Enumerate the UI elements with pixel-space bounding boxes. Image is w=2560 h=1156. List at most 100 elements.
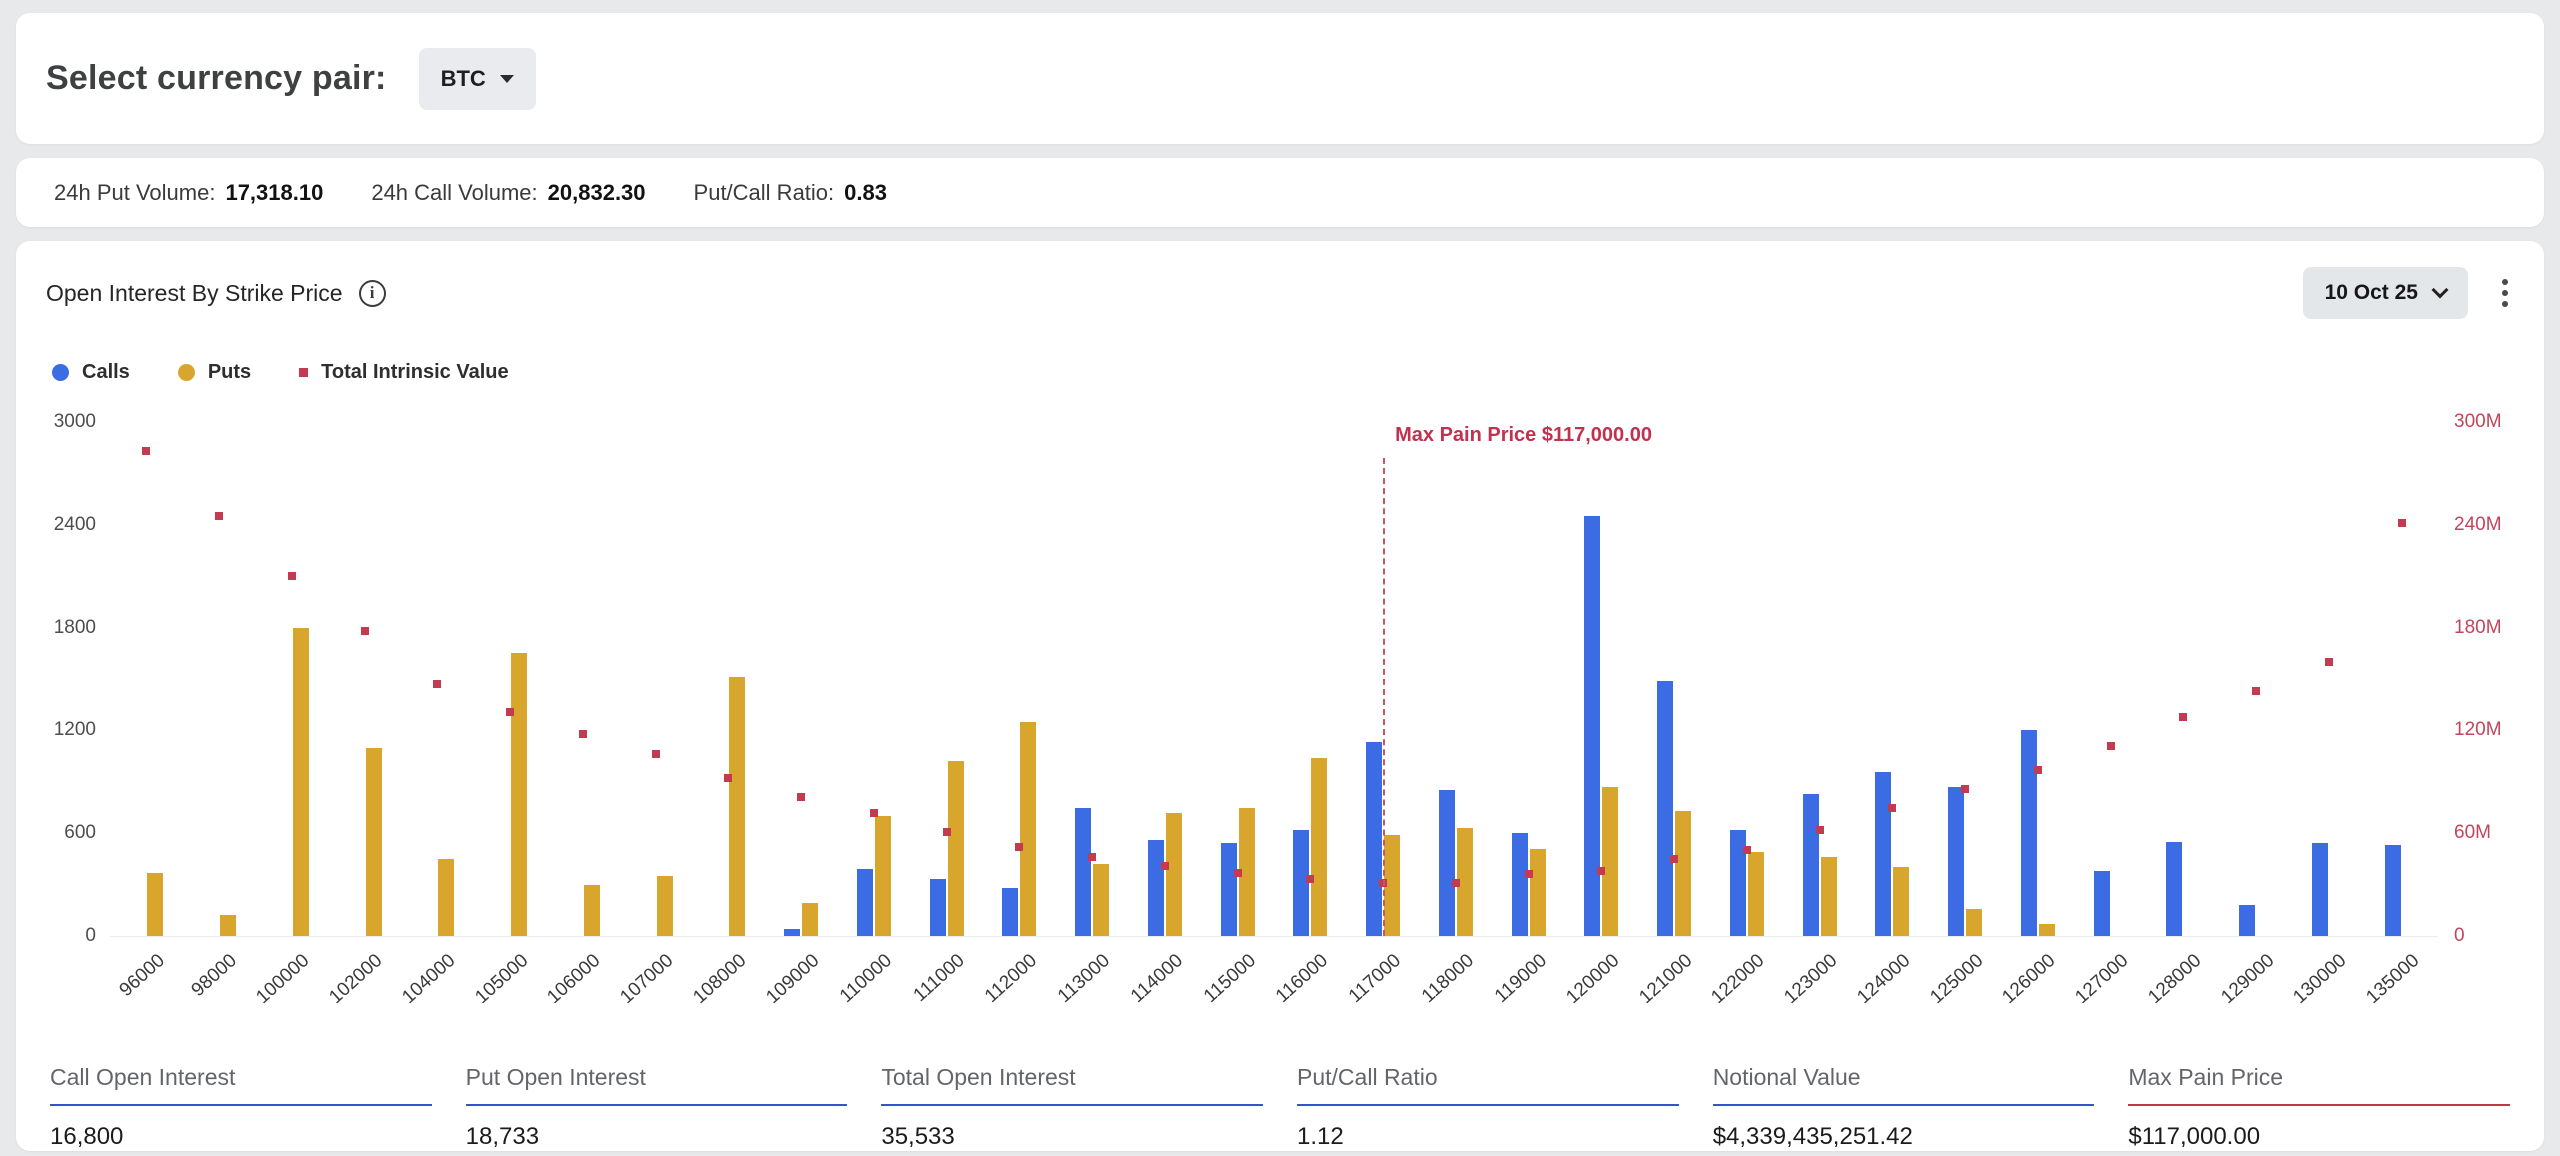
legend-item-calls[interactable]: Calls	[52, 361, 130, 384]
call-bar	[1948, 787, 1964, 936]
x-axis-label: 130000	[2290, 950, 2352, 1009]
y-axis-label-left: 0	[85, 925, 96, 947]
summary-stat: Put Open Interest18,733	[466, 1064, 848, 1151]
expiry-date-dropdown[interactable]: 10 Oct 25	[2303, 267, 2468, 319]
call-bar	[1512, 833, 1528, 936]
stats-bar-item: 24h Call Volume: 20,832.30	[371, 180, 645, 206]
intrinsic-value-marker	[361, 627, 369, 635]
intrinsic-value-marker	[506, 708, 514, 716]
summary-stat-value: 1.12	[1297, 1123, 1679, 1151]
legend-item-total-intrinsic-value[interactable]: Total Intrinsic Value	[299, 361, 508, 384]
x-axis-label: 117000	[1345, 950, 1406, 1008]
y-axis-label-left: 600	[64, 822, 96, 844]
summary-stat-underline	[466, 1104, 848, 1106]
x-axis-label: 124000	[1853, 950, 1915, 1009]
legend-label: Puts	[208, 361, 251, 384]
summary-stat: Call Open Interest 16,800	[50, 1064, 432, 1151]
summary-stat-label: Call Open Interest	[50, 1064, 432, 1091]
intrinsic-value-marker	[215, 512, 223, 520]
summary-stat-underline	[1297, 1104, 1679, 1106]
y-axis-label-left: 3000	[54, 411, 96, 433]
x-axis-label: 114000	[1127, 950, 1188, 1008]
stats-bar-label: 24h Call Volume:	[371, 180, 537, 206]
intrinsic-value-marker	[1161, 862, 1169, 870]
x-axis-label: 98000	[188, 950, 242, 1002]
x-axis-label: 128000	[2144, 950, 2206, 1009]
put-bar	[1675, 811, 1691, 936]
put-bar	[584, 885, 600, 936]
x-axis-label: 109000	[762, 950, 824, 1009]
currency-pair-dropdown[interactable]: BTC	[419, 48, 536, 110]
x-axis-label: 112000	[981, 950, 1042, 1008]
currency-selector-label: Select currency pair:	[46, 59, 387, 98]
stats-bar-value: 20,832.30	[548, 180, 646, 206]
kebab-menu-icon[interactable]	[2496, 273, 2514, 313]
call-bar	[1657, 681, 1673, 936]
call-bar	[2094, 871, 2110, 936]
summary-stats: Call Open Interest 16,800 Put Open Interes…	[46, 1064, 2514, 1151]
summary-stat-underline	[1713, 1104, 2095, 1106]
x-axis-label: 118000	[1418, 950, 1479, 1008]
summary-stat-underline	[50, 1104, 432, 1106]
put-bar	[220, 915, 236, 936]
intrinsic-value-marker	[1597, 867, 1605, 875]
intrinsic-value-marker	[797, 793, 805, 801]
open-interest-card: Open Interest By Strike Price i 10 Oct 2…	[16, 241, 2544, 1151]
x-axis-label: 111000	[910, 950, 970, 1007]
max-pain-label: Max Pain Price $117,000.00	[1395, 424, 1652, 447]
put-bar	[438, 859, 454, 936]
intrinsic-value-marker	[142, 447, 150, 455]
x-axis-label: 107000	[617, 950, 679, 1009]
y-axis-label-right: 60M	[2454, 822, 2491, 844]
put-bar	[1311, 758, 1327, 936]
put-bar	[1602, 787, 1618, 936]
intrinsic-value-marker	[2398, 519, 2406, 527]
summary-stat: Put/Call Ratio 1.12	[1297, 1064, 1679, 1151]
call-bar	[1148, 840, 1164, 936]
legend-item-puts[interactable]: Puts	[178, 361, 251, 384]
x-axis-label: 100000	[253, 950, 315, 1009]
call-bar	[1002, 888, 1018, 936]
y-axis-label-right: 180M	[2454, 617, 2502, 639]
put-bar	[1966, 909, 1982, 936]
x-axis-label: 123000	[1781, 950, 1843, 1009]
intrinsic-value-marker	[652, 750, 660, 758]
x-axis-label: 120000	[1562, 950, 1624, 1009]
put-bar	[657, 876, 673, 936]
intrinsic-value-marker	[2325, 658, 2333, 666]
legend-label: Calls	[82, 361, 130, 384]
legend-swatch-icon	[178, 364, 195, 381]
intrinsic-value-marker	[1452, 879, 1460, 887]
put-bar	[1821, 857, 1837, 936]
put-bar	[1893, 867, 1909, 936]
info-icon[interactable]: i	[359, 280, 386, 307]
stats-bar-label: Put/Call Ratio:	[694, 180, 835, 206]
stats-bar-item: 24h Put Volume:17,318.10	[54, 180, 323, 206]
intrinsic-value-marker	[943, 828, 951, 836]
put-bar	[1020, 722, 1036, 936]
x-axis-label: 116000	[1272, 950, 1333, 1008]
summary-stat-label: Put/Call Ratio	[1297, 1064, 1679, 1091]
intrinsic-value-marker	[1961, 785, 1969, 793]
intrinsic-value-marker	[724, 774, 732, 782]
put-bar	[1530, 849, 1546, 936]
y-axis-label-right: 240M	[2454, 514, 2502, 536]
volume-stats-card: 24h Put Volume:17,318.10 24h Call Volume:…	[16, 158, 2544, 227]
x-axis-label: 129000	[2217, 950, 2279, 1009]
put-bar	[147, 873, 163, 936]
x-axis-label: 126000	[1999, 950, 2061, 1009]
summary-stat-value: 16,800	[50, 1123, 432, 1151]
stats-bar-value: 0.83	[844, 180, 887, 206]
summary-stat-underline	[881, 1104, 1263, 1106]
chart-legend: Calls Puts Total Intrinsic Value	[46, 361, 2514, 384]
call-bar	[784, 929, 800, 936]
summary-stat: Total Open Interest35,533	[881, 1064, 1263, 1151]
legend-label: Total Intrinsic Value	[321, 361, 508, 384]
x-axis-label: 106000	[544, 950, 606, 1009]
x-axis-label: 96000	[115, 950, 169, 1002]
intrinsic-value-marker	[1743, 846, 1751, 854]
y-axis-label-right: 0	[2454, 925, 2465, 947]
intrinsic-value-marker	[1670, 855, 1678, 863]
put-bar	[1166, 813, 1182, 936]
intrinsic-value-marker	[2179, 713, 2187, 721]
